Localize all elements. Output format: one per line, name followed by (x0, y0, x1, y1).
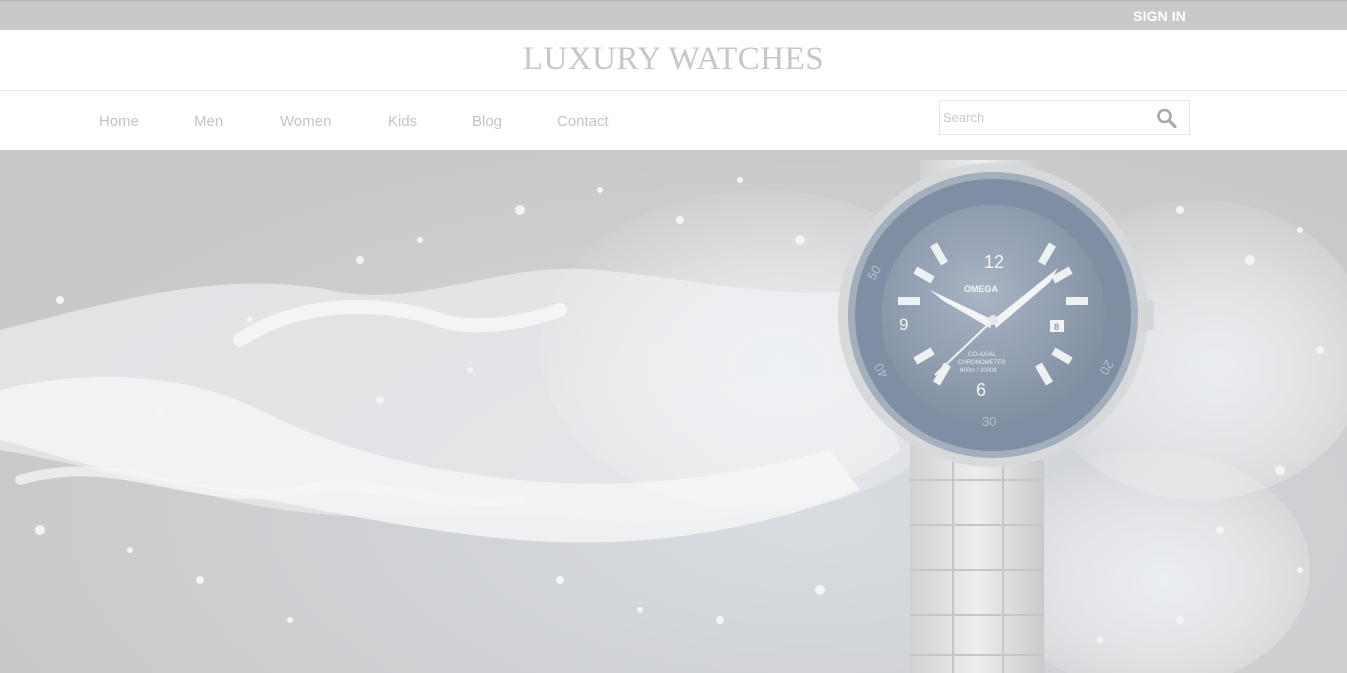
nav-item-contact[interactable]: Contact (557, 113, 609, 130)
sign-in-link[interactable]: SIGN IN (1133, 8, 1186, 24)
nav-item-kids[interactable]: Kids (388, 113, 417, 130)
main-navigation: Home Men Women Kids Blog Contact (0, 92, 1347, 150)
nav-item-women[interactable]: Women (280, 113, 331, 130)
search-form (939, 100, 1190, 135)
date-window-number: 8 (1054, 322, 1059, 332)
nav-item-blog[interactable]: Blog (472, 113, 502, 130)
top-bar: SIGN IN (0, 0, 1347, 30)
watch-brand-text: OMEGA (964, 284, 999, 294)
site-logo-title[interactable]: LUXURY WATCHES (0, 41, 1347, 78)
dial-number-6: 6 (976, 380, 986, 400)
search-input[interactable] (943, 101, 1148, 134)
nav-item-men[interactable]: Men (194, 113, 223, 130)
hero-image: 12 9 6 8 OMEGA CO-AXIAL CHRONOMETER 600m… (0, 160, 1347, 673)
brand-header: LUXURY WATCHES (0, 30, 1347, 91)
search-button[interactable] (1156, 108, 1180, 129)
water-splash (0, 177, 1347, 673)
dial-text-line-2: CHRONOMETER (958, 360, 1006, 366)
nav-item-home[interactable]: Home (99, 113, 139, 130)
search-icon (1157, 108, 1177, 129)
dial-text-line-1: CO-AXIAL (968, 352, 997, 358)
bezel-number-30: 30 (982, 414, 996, 429)
dial-text-line-3: 600m / 2000ft (960, 368, 997, 374)
dial-number-9: 9 (899, 315, 908, 334)
hero-banner: 12 9 6 8 OMEGA CO-AXIAL CHRONOMETER 600m… (0, 150, 1347, 673)
dial-number-12: 12 (984, 252, 1004, 272)
